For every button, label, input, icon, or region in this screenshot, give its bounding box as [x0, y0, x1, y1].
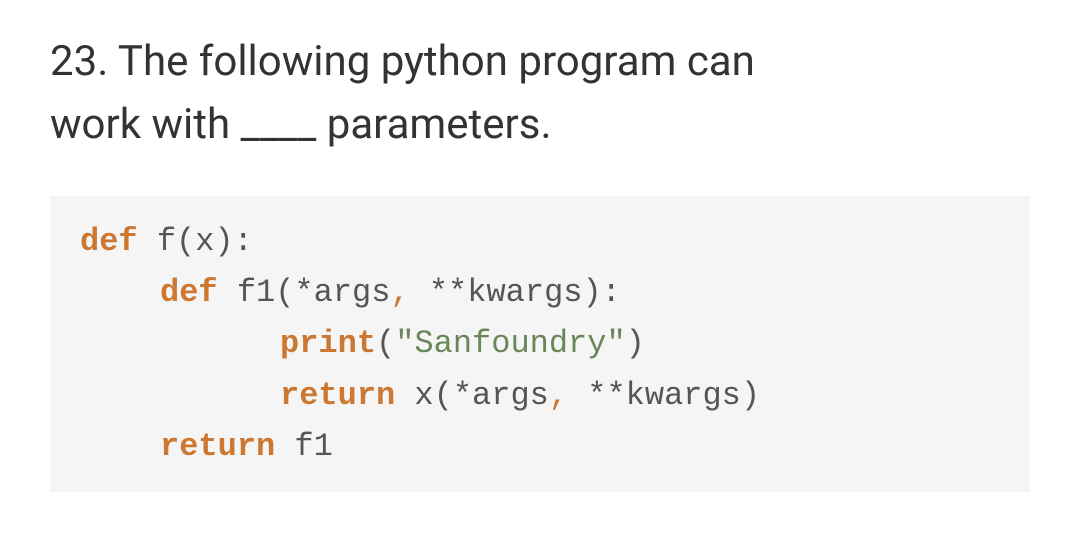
code-text: f1(*args [218, 274, 391, 311]
question-line1: The following python program can [118, 37, 755, 86]
question-number: 23. [50, 37, 108, 86]
keyword-def: def [160, 274, 218, 311]
comma: , [390, 274, 409, 311]
keyword-def: def [80, 223, 138, 260]
code-text: **kwargs): [410, 274, 621, 311]
code-line-4: return x(*args, **kwargs) [80, 370, 1000, 421]
code-text: f1 [275, 428, 333, 465]
code-text: **kwargs) [568, 377, 760, 414]
code-block: def f(x): def f1(*args, **kwargs): print… [50, 196, 1030, 492]
code-line-2: def f1(*args, **kwargs): [80, 267, 1000, 318]
code-line-1: def f(x): [80, 216, 1000, 267]
question-text: 23. The following python program can wor… [50, 30, 1030, 156]
code-line-5: return f1 [80, 421, 1000, 472]
keyword-return: return [280, 377, 395, 414]
code-text: x(*args [395, 377, 549, 414]
code-text: ) [626, 325, 645, 362]
string-literal: "Sanfoundry" [395, 325, 625, 362]
builtin-print: print [280, 325, 376, 362]
code-text: ( [376, 325, 395, 362]
question-line2: work with ____ parameters. [50, 100, 552, 149]
keyword-return: return [160, 428, 275, 465]
code-line-3: print("Sanfoundry") [80, 318, 1000, 369]
comma: , [549, 377, 568, 414]
code-text: f(x): [138, 223, 253, 260]
